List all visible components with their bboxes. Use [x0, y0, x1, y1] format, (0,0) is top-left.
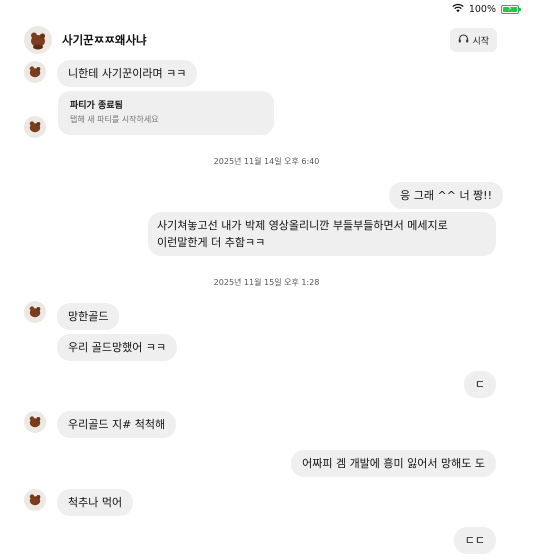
party-subtitle: 탭해 새 파티를 시작하세요	[70, 115, 159, 124]
message-bubble[interactable]: 망한골드	[57, 303, 120, 330]
avatar[interactable]	[24, 411, 46, 433]
timestamp: 2025년 11월 14일 오후 6:40	[213, 157, 320, 166]
call-button-label: 시작	[472, 36, 489, 47]
message-bubble[interactable]: 어짜피 겜 개발에 흥미 잃어서 망해도 도	[291, 450, 496, 477]
battery-icon: ⚡	[501, 4, 521, 14]
avatar[interactable]	[24, 301, 46, 323]
avatar[interactable]	[24, 489, 46, 511]
message-bubble[interactable]: 니한테 사기꾼이라며 ㅋㅋ	[57, 60, 198, 87]
chat-title[interactable]: 사기꾼ㅉㅉ왜사냐	[62, 32, 147, 48]
headset-icon	[458, 33, 469, 47]
message-bubble[interactable]: ㄷ	[463, 371, 496, 398]
message-bubble[interactable]: 척추나 먹어	[57, 489, 134, 516]
start-call-button[interactable]: 시작	[450, 28, 497, 52]
message-bubble[interactable]: 우리 골드망했어 ㅋㅋ	[57, 334, 178, 361]
message-bubble[interactable]: 우리골드 지# 척척해	[57, 411, 177, 438]
party-title: 파티가 종료됨	[70, 101, 123, 111]
timestamp: 2025년 11월 15일 오후 1:28	[213, 278, 320, 287]
avatar[interactable]	[24, 26, 52, 54]
avatar[interactable]	[24, 116, 46, 138]
message-bubble[interactable]: ㄷㄷ	[453, 527, 496, 554]
message-bubble[interactable]: 응 그래 ^^ 너 짱!!	[389, 182, 503, 209]
message-bubble[interactable]: 사기쳐놓고선 내가 박제 영상올리니깐 부들부들하면서 메세지로 이런말한게 더…	[148, 212, 496, 256]
wifi-icon	[452, 3, 464, 16]
avatar[interactable]	[24, 61, 46, 83]
chat-header: 사기꾼ㅉㅉ왜사냐 시작	[24, 24, 497, 56]
party-ended-card[interactable]: 파티가 종료됨 탭해 새 파티를 시작하세요	[58, 91, 274, 135]
status-bar: 100% ⚡	[452, 2, 521, 16]
battery-percent: 100%	[468, 3, 496, 15]
